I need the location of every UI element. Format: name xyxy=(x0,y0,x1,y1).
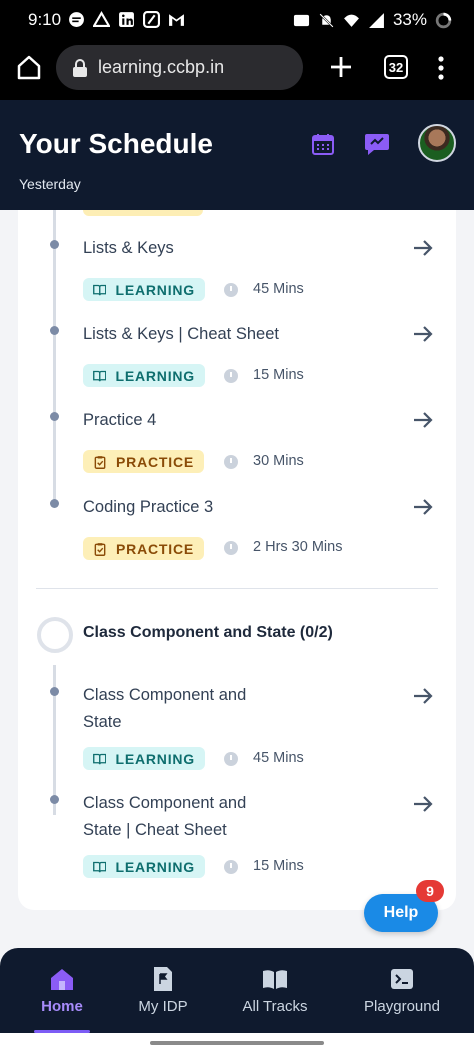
status-time: 9:10 xyxy=(28,10,62,29)
book-icon xyxy=(93,861,107,872)
section-divider xyxy=(36,588,438,589)
duration: 45 Mins xyxy=(253,750,304,766)
schedule-card: Lists & Keys LEARNING 45 Mins Lists & Ke… xyxy=(18,210,456,910)
open-book-icon xyxy=(263,970,287,989)
duration: 45 Mins xyxy=(253,281,304,297)
home-icon xyxy=(51,969,73,990)
notification-icons xyxy=(68,11,185,28)
terminal-icon xyxy=(391,969,413,989)
page-subtitle: Yesterday xyxy=(19,176,81,192)
browser-toolbar: learning.ccbp.in 32 xyxy=(0,40,474,100)
item-title[interactable]: Class Component and State xyxy=(83,682,283,736)
book-icon xyxy=(93,284,107,295)
app-icon xyxy=(143,11,160,28)
system-icons: 33% xyxy=(293,10,452,30)
section-title[interactable]: Class Component and State (0/2) xyxy=(83,624,333,642)
nav-all-tracks-label: All Tracks xyxy=(242,998,308,1015)
bottom-navigation: Home My IDP All Tracks Playground xyxy=(0,948,474,1033)
timeline-dot xyxy=(50,326,59,335)
item-title[interactable]: Class Component and State | Cheat Sheet xyxy=(83,790,283,844)
lock-icon xyxy=(73,58,87,77)
new-tab-icon[interactable] xyxy=(328,54,354,80)
practice-badge: PRACTICE xyxy=(83,537,204,560)
book-icon xyxy=(93,753,107,764)
arrow-right-icon[interactable] xyxy=(412,238,434,258)
item-title[interactable]: Coding Practice 3 xyxy=(83,494,303,521)
battery-percent: 33% xyxy=(392,10,427,29)
nav-my-idp[interactable]: My IDP xyxy=(128,948,198,1033)
timeline-dot xyxy=(50,687,59,696)
clock-icon xyxy=(224,369,238,383)
clock-icon xyxy=(224,541,238,555)
clock-icon xyxy=(224,860,238,874)
document-flag-icon xyxy=(154,967,172,991)
learning-badge: LEARNING xyxy=(83,747,205,770)
timeline-line xyxy=(53,210,56,505)
duration: 30 Mins xyxy=(253,453,304,469)
arrow-right-icon[interactable] xyxy=(412,794,434,814)
item-title[interactable]: Lists & Keys xyxy=(83,235,303,262)
clipboard-check-icon xyxy=(94,455,106,469)
calendar-icon[interactable] xyxy=(311,132,335,156)
mute-icon xyxy=(319,12,334,28)
app-header: Your Schedule Yesterday xyxy=(0,100,474,210)
page-title: Your Schedule xyxy=(19,128,213,159)
item-title[interactable]: Practice 4 xyxy=(83,407,303,434)
gmail-icon xyxy=(169,14,184,26)
clock-icon xyxy=(224,455,238,469)
linkedin-icon xyxy=(119,12,134,27)
signal-icon xyxy=(369,12,384,28)
status-bar: 9:10 33% xyxy=(0,0,474,40)
home-icon[interactable] xyxy=(14,52,44,82)
battery-icon xyxy=(435,12,452,28)
duration: 2 Hrs 30 Mins xyxy=(253,539,343,555)
nav-home[interactable]: Home xyxy=(24,948,100,1033)
clipboard-check-icon xyxy=(94,542,106,556)
gesture-handle[interactable] xyxy=(150,1041,324,1045)
nav-all-tracks[interactable]: All Tracks xyxy=(232,948,318,1033)
learning-badge: LEARNING xyxy=(83,278,205,301)
nav-playground[interactable]: Playground xyxy=(356,948,448,1033)
nav-home-label: Home xyxy=(41,998,83,1015)
help-notification-badge: 9 xyxy=(416,880,444,902)
duration: 15 Mins xyxy=(253,858,304,874)
badge-label: PRACTICE xyxy=(116,453,194,470)
section-progress-ring xyxy=(37,617,73,653)
learning-badge: LEARNING xyxy=(83,364,205,387)
url-text: learning.ccbp.in xyxy=(98,57,225,77)
timeline-dot xyxy=(50,412,59,421)
duration: 15 Mins xyxy=(253,367,304,383)
badge-label: PRACTICE xyxy=(116,540,194,557)
badge-label: LEARNING xyxy=(115,750,195,767)
badge-label: LEARNING xyxy=(115,858,195,875)
arrow-right-icon[interactable] xyxy=(412,686,434,706)
more-menu-icon[interactable] xyxy=(436,54,446,82)
tab-switcher-button[interactable]: 32 xyxy=(384,55,408,79)
avatar[interactable] xyxy=(418,124,456,162)
badge-partial xyxy=(83,210,203,216)
address-bar[interactable]: learning.ccbp.in xyxy=(56,45,303,90)
clock-icon xyxy=(224,752,238,766)
chat-bubble-icon xyxy=(69,12,84,27)
arrow-right-icon[interactable] xyxy=(412,324,434,344)
mountain-icon xyxy=(93,11,110,27)
timeline-dot xyxy=(50,499,59,508)
arrow-right-icon[interactable] xyxy=(412,497,434,517)
wifi-icon xyxy=(344,14,359,27)
nav-my-idp-label: My IDP xyxy=(138,998,188,1015)
arrow-right-icon[interactable] xyxy=(412,410,434,430)
system-gesture-bar xyxy=(0,1033,474,1053)
learning-badge: LEARNING xyxy=(83,855,205,878)
clock-icon xyxy=(224,283,238,297)
badge-label: LEARNING xyxy=(115,367,195,384)
nav-playground-label: Playground xyxy=(364,998,440,1015)
badge-label: LEARNING xyxy=(115,281,195,298)
discussion-icon[interactable] xyxy=(364,132,390,156)
book-icon xyxy=(93,370,107,381)
timeline-dot xyxy=(50,795,59,804)
practice-badge: PRACTICE xyxy=(83,450,204,473)
vowifi-icon xyxy=(293,14,310,26)
timeline-dot xyxy=(50,240,59,249)
item-title[interactable]: Lists & Keys | Cheat Sheet xyxy=(83,321,383,348)
